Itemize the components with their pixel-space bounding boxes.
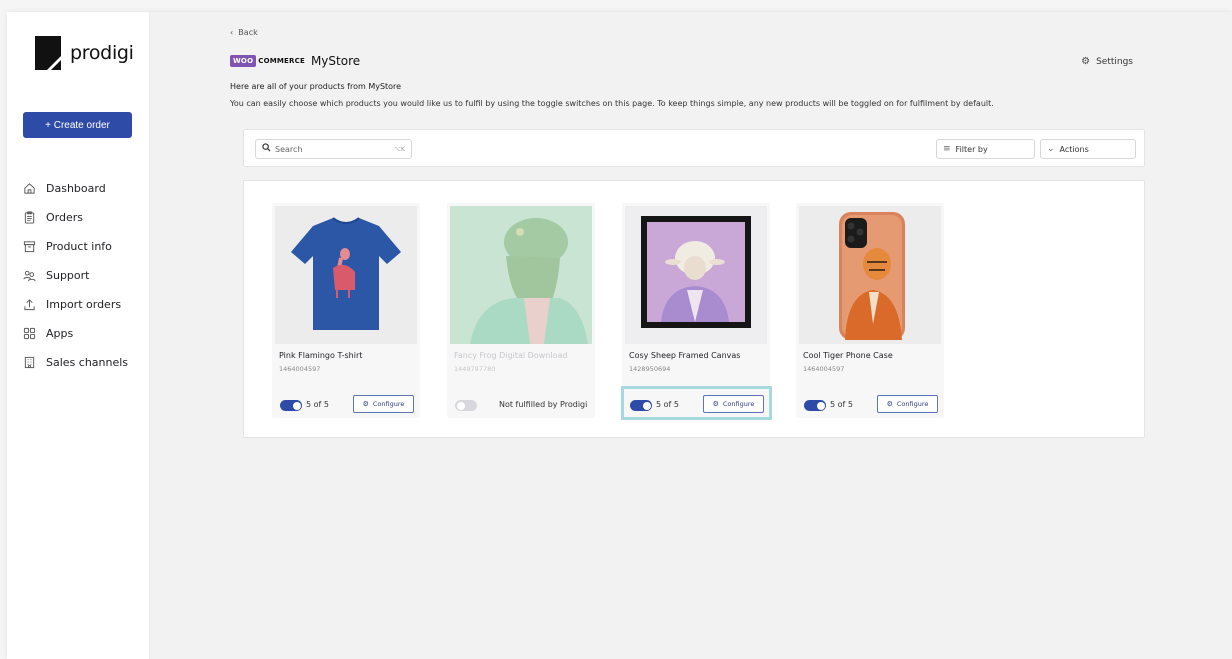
chevron-down-icon: ⌄	[1047, 144, 1055, 154]
product-image-tiger-phone-case	[799, 206, 941, 344]
sidebar-item-label: Product info	[46, 240, 112, 253]
fulfilment-toggle[interactable]	[630, 400, 652, 411]
search-shortcut: ⌥K	[394, 145, 405, 153]
sidebar-item-dashboard[interactable]: Dashboard	[22, 174, 128, 203]
variant-count: 5 of 5	[306, 400, 329, 409]
sidebar-nav: Dashboard Orders Product info Support Im…	[22, 174, 128, 377]
product-title: Fancy Frog Digital Download	[454, 351, 568, 360]
actions-dropdown[interactable]: ⌄ Actions	[1040, 139, 1136, 159]
back-link[interactable]: ‹ Back	[230, 28, 258, 37]
filter-lines-icon: ≡	[943, 144, 951, 154]
variant-count: 5 of 5	[830, 400, 853, 409]
woocommerce-wordmark: COMMERCE	[258, 57, 305, 65]
fulfilment-status: Not fulfilled by Prodigi	[499, 400, 588, 409]
filter-label: Filter by	[955, 144, 988, 154]
product-title: Cosy Sheep Framed Canvas	[629, 351, 741, 360]
product-image-flamingo-tshirt	[275, 206, 417, 344]
home-icon	[22, 182, 36, 196]
product-card-footer: Not fulfilled by Prodigi	[447, 392, 595, 418]
product-image-sheep-canvas	[625, 206, 767, 344]
toolbar: ⌥K ≡ Filter by ⌄ Actions	[243, 129, 1145, 167]
store-name: MyStore	[310, 54, 361, 68]
prodigi-logo-mark	[35, 36, 61, 70]
search-icon	[262, 143, 271, 155]
store-header: WOO COMMERCE MyStore	[230, 54, 360, 68]
product-card[interactable]: Pink Flamingo T-shirt 1464004597 5 of 5 …	[272, 203, 420, 418]
sidebar-item-support[interactable]: Support	[22, 261, 128, 290]
settings-link[interactable]: ⚙ Settings	[1081, 56, 1133, 67]
gear-icon: ⚙	[362, 400, 369, 408]
grid-icon	[22, 327, 36, 341]
chevron-left-icon: ‹	[230, 28, 234, 37]
gear-icon: ⚙	[886, 400, 893, 408]
clipboard-icon	[22, 211, 36, 225]
sidebar-item-product-info[interactable]: Product info	[22, 232, 128, 261]
product-card-footer: 5 of 5 ⚙ Configure	[272, 392, 420, 418]
sidebar-item-label: Dashboard	[46, 182, 106, 195]
sidebar-item-label: Sales channels	[46, 356, 129, 369]
product-title: Cool Tiger Phone Case	[803, 351, 893, 360]
intro-heading: Here are all of your products from MySto…	[230, 82, 402, 91]
product-sku: 1449797780	[454, 365, 496, 373]
products-grid: Pink Flamingo T-shirt 1464004597 5 of 5 …	[243, 180, 1145, 438]
box-icon	[22, 240, 36, 254]
configure-label: Configure	[722, 400, 755, 408]
back-label: Back	[238, 28, 258, 37]
product-sku: 1464004597	[279, 365, 321, 373]
brand-name: prodigi	[70, 42, 134, 64]
fulfilment-toggle[interactable]	[280, 400, 302, 411]
product-card-footer: 5 of 5 ⚙ Configure	[796, 392, 944, 418]
filter-dropdown[interactable]: ≡ Filter by	[936, 139, 1035, 159]
variant-count: 5 of 5	[656, 400, 679, 409]
sidebar-item-label: Import orders	[46, 298, 122, 311]
product-title: Pink Flamingo T-shirt	[279, 351, 363, 360]
product-card[interactable]: Cosy Sheep Framed Canvas 1428950694 5 of…	[621, 203, 772, 420]
sidebar-item-label: Apps	[46, 327, 74, 340]
product-card-footer: 5 of 5 ⚙ Configure	[622, 392, 770, 418]
product-image-frog-digital	[450, 206, 592, 344]
settings-label: Settings	[1096, 56, 1133, 67]
configure-button[interactable]: ⚙ Configure	[353, 395, 414, 413]
search-box[interactable]: ⌥K	[255, 139, 412, 159]
sidebar-item-import-orders[interactable]: Import orders	[22, 290, 128, 319]
intro-description: You can easily choose which products you…	[230, 99, 994, 108]
people-icon	[22, 269, 36, 283]
configure-button[interactable]: ⚙ Configure	[703, 395, 764, 413]
sidebar-item-apps[interactable]: Apps	[22, 319, 128, 348]
configure-label: Configure	[372, 400, 405, 408]
sidebar-item-label: Orders	[46, 211, 83, 224]
search-input[interactable]	[275, 144, 375, 154]
configure-button[interactable]: ⚙ Configure	[877, 395, 938, 413]
gear-icon: ⚙	[1081, 56, 1091, 67]
product-card[interactable]: Cool Tiger Phone Case 1464004597 5 of 5 …	[796, 203, 944, 418]
sidebar-item-orders[interactable]: Orders	[22, 203, 128, 232]
create-order-label: + Create order	[45, 119, 110, 131]
sidebar-item-label: Support	[46, 269, 90, 282]
fulfilment-toggle[interactable]	[804, 400, 826, 411]
gear-icon: ⚙	[712, 400, 719, 408]
configure-label: Configure	[896, 400, 929, 408]
create-order-button[interactable]: + Create order	[23, 112, 132, 138]
fulfilment-toggle[interactable]	[455, 400, 477, 411]
building-icon	[22, 356, 36, 370]
product-sku: 1428950694	[629, 365, 671, 373]
sidebar-item-sales-channels[interactable]: Sales channels	[22, 348, 128, 377]
woocommerce-badge: WOO	[230, 55, 257, 67]
sidebar: prodigi + Create order Dashboard Orders …	[7, 12, 150, 659]
product-sku: 1464004597	[803, 365, 845, 373]
upload-icon	[22, 298, 36, 312]
actions-label: Actions	[1059, 144, 1089, 154]
prodigi-logo[interactable]: prodigi	[35, 36, 134, 70]
product-card[interactable]: Fancy Frog Digital Download 1449797780 N…	[447, 203, 595, 418]
